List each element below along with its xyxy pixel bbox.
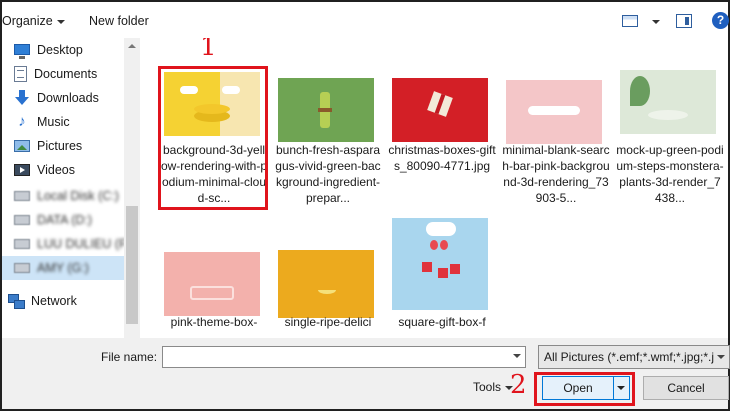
sidebar-item-network[interactable]: Network: [2, 289, 124, 313]
navigation-pane: Desktop Documents Downloads ♪ Music Pict…: [2, 38, 140, 338]
file-thumbnail: [392, 218, 488, 310]
annotation-box-step1: [158, 66, 268, 210]
file-name-field[interactable]: [162, 346, 526, 368]
file-name: bunch-fresh-asparagus-vivid-green-backgr…: [275, 143, 381, 205]
organize-button[interactable]: Organize: [2, 14, 65, 28]
sidebar-item-luu-dulieu-drive[interactable]: LUU DULIEU (F:): [2, 232, 134, 256]
annotation-number-step1: 1: [200, 38, 217, 62]
file-name: minimal-blank-search-bar-pink-background…: [502, 143, 610, 205]
file-type-select[interactable]: All Pictures (*.emf;*.wmf;*.jpg;*.j: [538, 345, 730, 369]
file-thumbnail: [278, 78, 374, 142]
file-list: background-3d-yellow-rendering-with-podi…: [140, 38, 728, 338]
file-thumbnail: [278, 250, 374, 318]
file-name: square-gift-box-f: [398, 315, 486, 329]
dialog-footer: File name: All Pictures (*.emf;*.wmf;*.j…: [2, 338, 730, 409]
open-button[interactable]: Open: [542, 376, 630, 400]
tools-button[interactable]: Tools: [473, 380, 514, 394]
new-folder-button[interactable]: New folder: [89, 14, 149, 28]
pictures-icon: [14, 140, 30, 152]
open-options-button[interactable]: [613, 377, 629, 399]
toolbar: Organize New folder ?: [2, 2, 729, 38]
videos-icon: [14, 164, 30, 176]
chevron-down-icon: [617, 386, 625, 390]
sidebar-item-data-drive[interactable]: DATA (D:): [2, 208, 124, 232]
file-thumbnail: [620, 70, 716, 134]
disk-icon: [14, 215, 30, 225]
file-name-dropdown-icon[interactable]: [513, 354, 521, 358]
sidebar-item-videos[interactable]: Videos: [2, 158, 124, 182]
cancel-button[interactable]: Cancel: [643, 376, 729, 400]
help-icon[interactable]: ?: [712, 12, 729, 29]
disk-icon: [14, 263, 30, 273]
annotation-number-step2: 2: [510, 370, 527, 400]
chevron-down-icon: [717, 355, 725, 359]
preview-pane-icon[interactable]: [676, 14, 692, 28]
file-thumbnail: [392, 78, 488, 142]
music-icon: ♪: [18, 113, 26, 130]
file-name-label: File name:: [101, 350, 158, 364]
network-icon: [8, 293, 25, 309]
sidebar-scrollbar[interactable]: [124, 38, 140, 338]
chevron-down-icon: [56, 19, 65, 24]
view-options-icon[interactable]: [622, 15, 638, 27]
disk-icon: [14, 191, 30, 201]
file-name: pink-theme-box-: [170, 315, 258, 329]
sidebar-item-local-disk[interactable]: Local Disk (C:): [2, 184, 124, 208]
view-chevron-down-icon[interactable]: [652, 20, 660, 24]
desktop-icon: [14, 43, 30, 59]
scroll-up-icon[interactable]: [128, 42, 136, 50]
sidebar-item-pictures[interactable]: Pictures: [2, 134, 124, 158]
file-name: single-ripe-delici: [284, 315, 372, 329]
sidebar-item-downloads[interactable]: Downloads: [2, 86, 124, 110]
file-name: mock-up-green-podium-steps-monstera-plan…: [616, 143, 724, 205]
sidebar-item-music[interactable]: ♪ Music: [2, 110, 124, 134]
file-name-input[interactable]: [163, 347, 503, 367]
sidebar-item-amy-drive[interactable]: AMY (G:): [2, 256, 124, 280]
file-name: christmas-boxes-gifts_80090-4771.jpg: [388, 143, 496, 173]
downloads-icon: [14, 90, 30, 106]
disk-icon: [14, 239, 30, 249]
sidebar-scrollbar-thumb[interactable]: [126, 206, 138, 324]
file-thumbnail: [506, 80, 602, 144]
file-thumbnail: [164, 252, 260, 316]
documents-icon: [14, 66, 27, 82]
sidebar-item-documents[interactable]: Documents: [2, 62, 124, 86]
sidebar-item-desktop[interactable]: Desktop: [2, 38, 124, 62]
